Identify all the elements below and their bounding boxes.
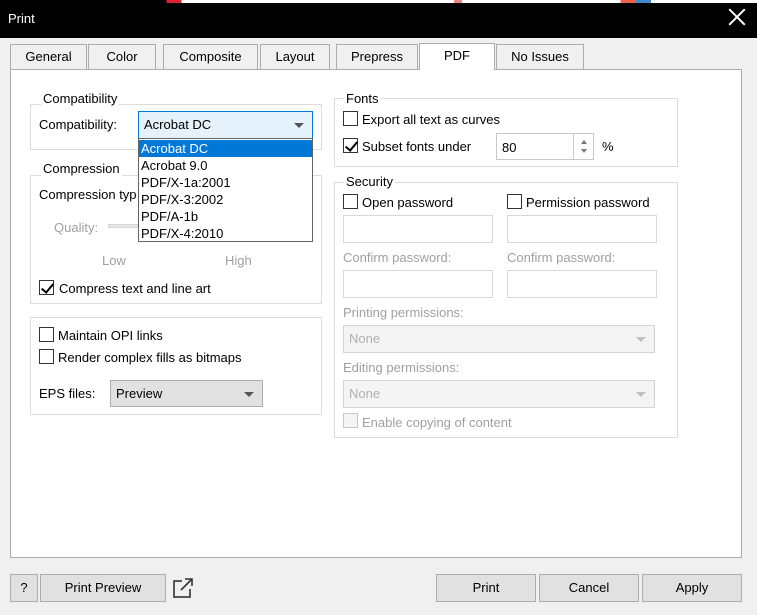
tab-composite[interactable]: Composite (163, 44, 258, 69)
enable-copying-checkbox[interactable] (343, 413, 358, 428)
export-curves-label: Export all text as curves (362, 112, 500, 127)
printing-permissions-select[interactable]: None (343, 325, 655, 353)
chevron-down-icon (294, 123, 304, 128)
background-strip (0, 0, 757, 3)
tab-no-issues[interactable]: No Issues (496, 44, 584, 69)
subset-fonts-input[interactable]: 80 (496, 133, 594, 160)
compression-type-label: Compression typ (39, 187, 137, 202)
tab-prepress[interactable]: Prepress (336, 44, 418, 69)
compatibility-dropdown: Acrobat DC Acrobat 9.0 PDF/X-1a:2001 PDF… (138, 138, 313, 242)
editing-permissions-value: None (349, 386, 381, 401)
spin-down-icon[interactable] (581, 149, 587, 153)
render-complex-checkbox[interactable] (39, 349, 54, 364)
permission-password-input[interactable] (507, 215, 657, 243)
confirm-permission-password-label: Confirm password: (507, 250, 616, 265)
eps-files-label: EPS files: (39, 386, 96, 401)
percent-label: % (602, 139, 614, 154)
chevron-down-icon (636, 392, 646, 397)
chevron-down-icon (636, 337, 646, 342)
compatibility-option[interactable]: Acrobat 9.0 (139, 157, 312, 174)
compatibility-group-label: Compatibility (41, 91, 120, 106)
compatibility-option[interactable]: PDF/X-4:2010 (139, 225, 312, 242)
printing-permissions-value: None (349, 331, 381, 346)
compatibility-option[interactable]: PDF/X-1a:2001 (139, 174, 312, 191)
compression-group-label: Compression (41, 161, 122, 176)
confirm-open-password-input[interactable] (343, 270, 493, 298)
enable-copying-label: Enable copying of content (362, 415, 512, 430)
window-title: Print (8, 11, 35, 26)
compatibility-select[interactable]: Acrobat DC (138, 111, 313, 139)
quality-slider[interactable] (108, 224, 138, 228)
compatibility-option[interactable]: Acrobat DC (139, 140, 312, 157)
open-password-checkbox[interactable] (343, 194, 358, 209)
open-password-label: Open password (362, 195, 454, 210)
tab-pdf[interactable]: PDF (419, 43, 495, 70)
permission-password-label: Permission password (526, 195, 650, 210)
eps-files-select[interactable]: Preview (110, 380, 263, 407)
close-icon[interactable] (726, 6, 748, 28)
apply-button[interactable]: Apply (642, 574, 742, 602)
printing-permissions-label: Printing permissions: (343, 305, 464, 320)
maintain-opi-label: Maintain OPI links (58, 328, 163, 343)
subset-fonts-spinner[interactable] (573, 134, 594, 159)
subset-fonts-label: Subset fonts under (362, 139, 472, 154)
chevron-down-icon (244, 392, 254, 397)
confirm-open-password-label: Confirm password: (343, 250, 452, 265)
eps-files-value: Preview (116, 386, 163, 401)
quality-high-label: High (225, 253, 252, 268)
maintain-opi-checkbox[interactable] (39, 327, 54, 342)
compatibility-label: Compatibility: (39, 117, 118, 132)
print-preview-button[interactable]: Print Preview (40, 574, 166, 602)
security-group-label: Security (344, 174, 395, 189)
quality-label: Quality: (54, 220, 99, 235)
subset-fonts-value: 80 (502, 140, 517, 155)
export-curves-checkbox[interactable] (343, 111, 358, 126)
tab-color[interactable]: Color (88, 44, 156, 69)
print-button[interactable]: Print (436, 574, 536, 602)
editing-permissions-select[interactable]: None (343, 380, 655, 408)
compress-text-checkbox[interactable] (39, 280, 54, 295)
permission-password-checkbox[interactable] (507, 194, 522, 209)
editing-permissions-label: Editing permissions: (343, 360, 460, 375)
render-complex-label: Render complex fills as bitmaps (58, 350, 242, 365)
tab-layout[interactable]: Layout (260, 44, 330, 69)
open-password-input[interactable] (343, 215, 493, 243)
quality-low-label: Low (102, 253, 126, 268)
spin-up-icon[interactable] (581, 140, 587, 144)
help-button[interactable]: ? (10, 574, 38, 602)
external-link-icon[interactable] (172, 577, 194, 599)
compatibility-option[interactable]: PDF/A-1b (139, 208, 312, 225)
fonts-group-label: Fonts (344, 91, 381, 106)
compress-text-label: Compress text and line art (59, 281, 211, 296)
tab-general[interactable]: General (10, 44, 87, 69)
compatibility-option[interactable]: PDF/X-3:2002 (139, 191, 312, 208)
subset-fonts-checkbox[interactable] (343, 138, 358, 153)
title-bar (0, 0, 757, 38)
confirm-permission-password-input[interactable] (507, 270, 657, 298)
compatibility-value: Acrobat DC (144, 117, 212, 132)
cancel-button[interactable]: Cancel (539, 574, 639, 602)
